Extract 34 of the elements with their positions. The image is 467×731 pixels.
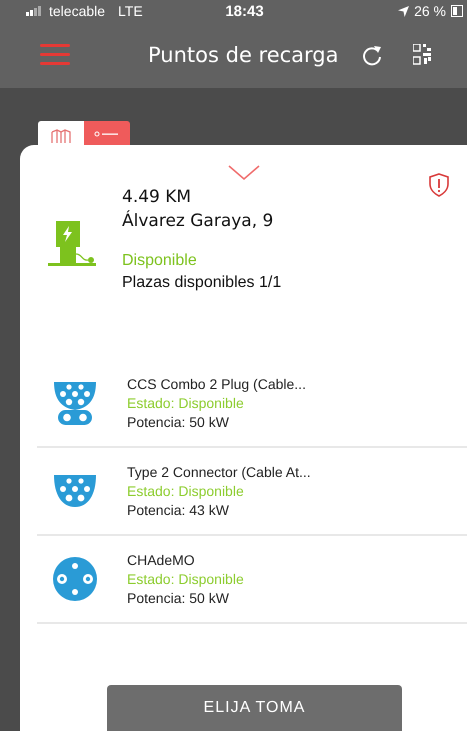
charging-station-icon	[48, 221, 98, 267]
choose-connector-button[interactable]: ELIJA TOMA	[107, 685, 402, 731]
network-type: LTE	[118, 3, 143, 19]
connector-power: Potencia: 43 kW	[127, 500, 230, 520]
availability-status: Disponible	[122, 251, 198, 271]
carrier-name: telecable	[49, 3, 106, 19]
map-view-tab[interactable]	[38, 121, 84, 145]
battery-percent: 26 %	[414, 3, 446, 19]
connector-status: Estado: Disponible	[127, 570, 244, 588]
map-icon	[51, 129, 71, 143]
connector-name: Type 2 Connector (Cable At...	[127, 462, 311, 482]
refresh-icon[interactable]	[360, 43, 383, 67]
chevron-down-icon[interactable]	[228, 165, 260, 181]
location-arrow-icon	[398, 6, 410, 16]
connector-status: Estado: Disponible	[127, 394, 245, 412]
distance-text: 4.49 KM	[122, 186, 192, 209]
battery-icon	[451, 5, 463, 17]
connector-name: CHAdeMO	[127, 550, 196, 570]
chademo-connector-icon	[52, 556, 98, 602]
spaces-available: Plazas disponibles 1/1	[122, 273, 282, 293]
station-address: Álvarez Garaya, 9	[122, 209, 274, 233]
connector-power: Potencia: 50 kW	[127, 588, 230, 608]
signal-icon	[26, 6, 44, 16]
connector-name: CCS Combo 2 Plug (Cable...	[127, 374, 306, 394]
shield-alert-icon[interactable]	[429, 173, 449, 197]
screen-title: Puntos de recarga	[148, 43, 339, 67]
connector-status: Estado: Disponible	[127, 482, 245, 500]
list-icon	[94, 129, 120, 139]
qr-code-icon[interactable]	[412, 44, 433, 66]
clock-time: 18:43	[225, 2, 264, 20]
type2-connector-icon	[52, 473, 98, 509]
ccs-connector-icon	[52, 380, 98, 426]
list-view-tab[interactable]	[84, 121, 130, 145]
connector-power: Potencia: 50 kW	[127, 412, 230, 432]
